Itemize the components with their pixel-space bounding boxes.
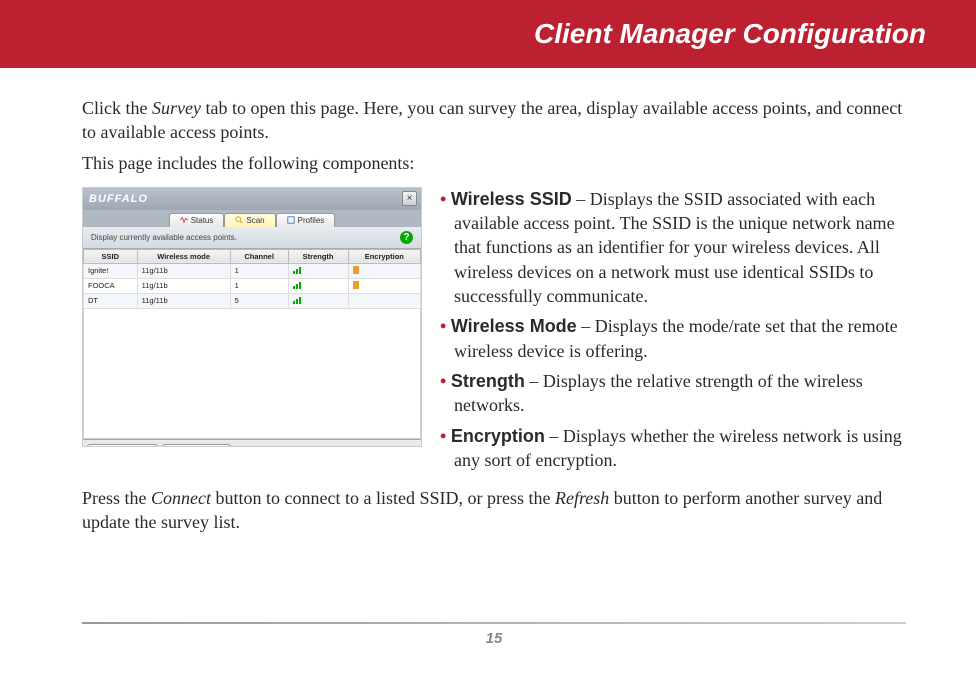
cell-ssid: FOOCA (84, 278, 138, 293)
connect-button[interactable]: Connect (87, 444, 158, 447)
col-encryption[interactable]: Encryption (348, 249, 420, 263)
outro-paragraph: Press the Connect button to connect to a… (82, 486, 906, 535)
intro-text: tab to open this page. Here, you can sur… (82, 98, 902, 142)
definitions-list: • Wireless SSID – Displays the SSID asso… (440, 187, 906, 478)
cell-mode: 11g/11b (137, 278, 230, 293)
definition-item: • Strength – Displays the relative stren… (440, 369, 906, 418)
brand-logo: BUFFALO (89, 193, 148, 205)
table-header-row: SSID Wireless mode Channel Strength Encr… (84, 249, 421, 263)
table-row[interactable]: DT 11g/11b 5 (84, 293, 421, 308)
page-footer: 15 (82, 622, 906, 647)
bullet-icon: • (440, 426, 451, 446)
outro-text: Press the (82, 488, 151, 508)
window-titlebar: BUFFALO × (83, 188, 421, 210)
connect-term: Connect (151, 488, 211, 508)
tab-status[interactable]: Status (169, 213, 225, 227)
cell-strength (288, 278, 348, 293)
table-empty-area (83, 309, 421, 439)
profiles-icon (287, 216, 295, 224)
table-row[interactable]: FOOCA 11g/11b 1 (84, 278, 421, 293)
intro-paragraph-2: This page includes the following compone… (82, 151, 906, 175)
footer-divider (82, 622, 906, 624)
status-icon (180, 216, 188, 224)
cell-ssid: DT (84, 293, 138, 308)
tab-label: Profiles (298, 216, 325, 225)
bullet-icon: • (440, 316, 451, 336)
lock-icon (353, 281, 359, 289)
cell-strength (288, 263, 348, 278)
intro-text: Click the (82, 98, 152, 118)
sub-header-bar: Display currently available access point… (83, 227, 421, 249)
definition-item: • Wireless Mode – Displays the mode/rate… (440, 314, 906, 363)
page-title: Client Manager Configuration (534, 18, 926, 50)
close-button[interactable]: × (402, 191, 417, 206)
subbar-text: Display currently available access point… (91, 233, 237, 242)
col-ssid[interactable]: SSID (84, 249, 138, 263)
embedded-screenshot: BUFFALO × Status Scan Profiles Display (82, 187, 422, 447)
outro-text: button to connect to a listed SSID, or p… (211, 488, 555, 508)
refresh-term: Refresh (555, 488, 609, 508)
tab-label: Status (191, 216, 214, 225)
cell-channel: 1 (230, 278, 288, 293)
definition-item: • Encryption – Displays whether the wire… (440, 424, 906, 473)
help-icon: ? (403, 232, 409, 243)
col-mode[interactable]: Wireless mode (137, 249, 230, 263)
help-button[interactable]: ? (400, 231, 413, 244)
header-bar: Client Manager Configuration (0, 0, 976, 68)
bullet-icon: • (440, 371, 451, 391)
tab-bar: Status Scan Profiles (83, 210, 421, 227)
tab-scan[interactable]: Scan (224, 213, 275, 227)
signal-icon (293, 266, 301, 274)
page-number: 15 (82, 630, 906, 647)
lock-icon (353, 266, 359, 274)
cell-encryption (348, 293, 420, 308)
cell-ssid: Ignite! (84, 263, 138, 278)
access-points-table: SSID Wireless mode Channel Strength Encr… (83, 249, 421, 309)
two-column-layout: BUFFALO × Status Scan Profiles Display (82, 187, 906, 478)
cell-channel: 1 (230, 263, 288, 278)
table-row[interactable]: Ignite! 11g/11b 1 (84, 263, 421, 278)
signal-icon (293, 281, 301, 289)
cell-strength (288, 293, 348, 308)
def-term: Wireless Mode (451, 316, 577, 336)
bullet-icon: • (440, 189, 451, 209)
def-term: Encryption (451, 426, 545, 446)
content-area: Click the Survey tab to open this page. … (0, 68, 976, 535)
def-term: Strength (451, 371, 525, 391)
cell-mode: 11g/11b (137, 293, 230, 308)
survey-term: Survey (152, 98, 201, 118)
tab-profiles[interactable]: Profiles (276, 213, 336, 227)
bottom-toolbar: Connect Refresh (83, 439, 421, 447)
cell-encryption (348, 278, 420, 293)
tab-label: Scan (246, 216, 264, 225)
search-icon (235, 216, 243, 224)
signal-icon (293, 296, 301, 304)
refresh-button[interactable]: Refresh (162, 444, 231, 447)
cell-channel: 5 (230, 293, 288, 308)
definition-item: • Wireless SSID – Displays the SSID asso… (440, 187, 906, 308)
def-term: Wireless SSID (451, 189, 572, 209)
cell-encryption (348, 263, 420, 278)
close-icon: × (407, 193, 413, 204)
col-channel[interactable]: Channel (230, 249, 288, 263)
col-strength[interactable]: Strength (288, 249, 348, 263)
cell-mode: 11g/11b (137, 263, 230, 278)
intro-paragraph-1: Click the Survey tab to open this page. … (82, 96, 906, 145)
